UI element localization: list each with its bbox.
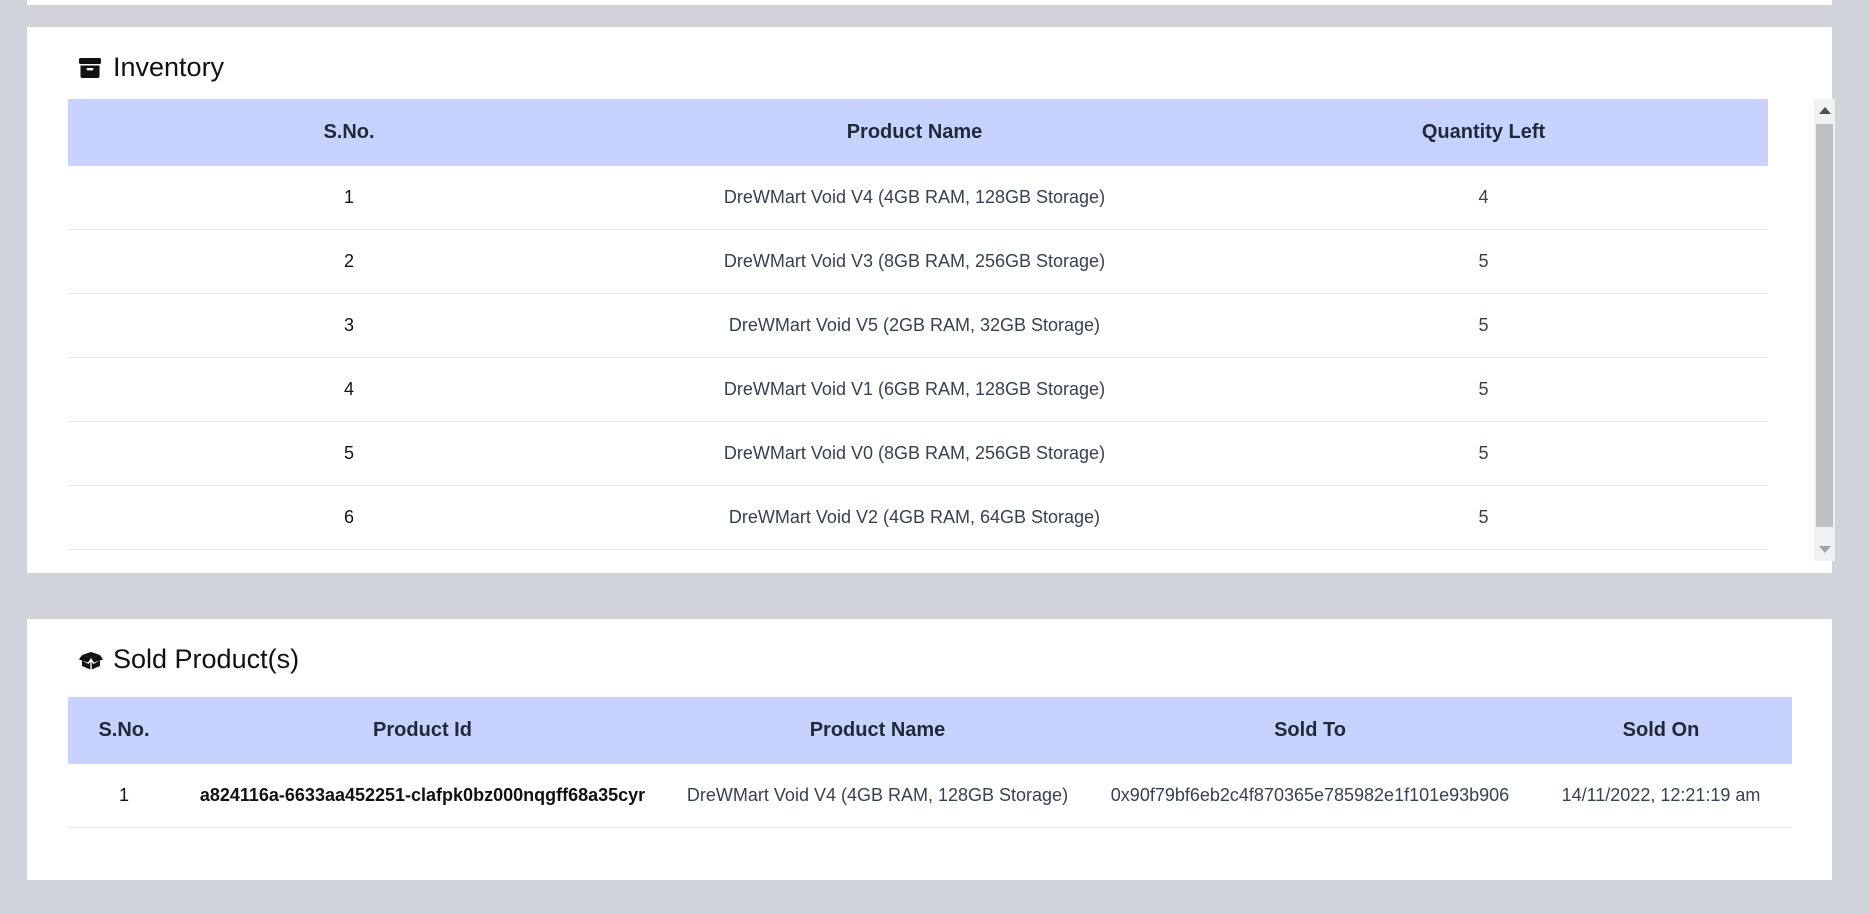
inventory-table-scroll[interactable]: S.No. Product Name Quantity Left 1 DreWM…: [68, 99, 1835, 561]
sold-products-title-text: Sold Product(s): [113, 644, 300, 674]
column-header-sno: S.No.: [68, 697, 180, 764]
column-header-sold-to: Sold To: [1090, 697, 1530, 764]
cell-sno: 6: [68, 485, 630, 550]
cell-product-name: DreWMart Void V2 (4GB RAM, 64GB Storage): [630, 485, 1199, 550]
table-row: 6 DreWMart Void V2 (4GB RAM, 64GB Storag…: [68, 485, 1768, 550]
sold-products-card: Sold Product(s) S.No. Product Id Product…: [27, 619, 1832, 880]
cell-sno: 4: [68, 357, 630, 422]
table-row: 3 DreWMart Void V5 (2GB RAM, 32GB Storag…: [68, 293, 1768, 358]
cell-quantity: 5: [1199, 357, 1768, 422]
inventory-table: S.No. Product Name Quantity Left 1 DreWM…: [68, 99, 1768, 550]
inventory-header-row: S.No. Product Name Quantity Left: [68, 99, 1768, 166]
cell-product-name: DreWMart Void V1 (6GB RAM, 128GB Storage…: [630, 357, 1199, 422]
archive-box-icon: [78, 56, 102, 80]
column-header-quantity-left: Quantity Left: [1199, 99, 1768, 166]
table-row: 2 DreWMart Void V3 (8GB RAM, 256GB Stora…: [68, 229, 1768, 294]
sold-products-table: S.No. Product Id Product Name Sold To So…: [68, 697, 1792, 828]
cell-sno: 1: [68, 166, 630, 230]
cell-quantity: 5: [1199, 485, 1768, 550]
table-row: 1 DreWMart Void V4 (4GB RAM, 128GB Stora…: [68, 166, 1768, 230]
inventory-title: Inventory: [78, 52, 224, 83]
cell-product-name: DreWMart Void V4 (4GB RAM, 128GB Storage…: [630, 166, 1199, 230]
column-header-sold-on: Sold On: [1530, 697, 1792, 764]
column-header-product-name: Product Name: [665, 697, 1090, 764]
cell-quantity: 5: [1199, 293, 1768, 358]
scroll-up-arrow-icon[interactable]: [1819, 107, 1831, 114]
table-row: 5 DreWMart Void V0 (8GB RAM, 256GB Stora…: [68, 421, 1768, 486]
inventory-card: Inventory S.No. Product Name Quantity Le…: [27, 27, 1835, 573]
scroll-down-arrow-icon[interactable]: [1819, 546, 1831, 553]
sold-products-title: Sold Product(s): [78, 644, 299, 675]
column-header-product-name: Product Name: [630, 99, 1199, 166]
cell-sno: 2: [68, 229, 630, 294]
column-header-product-id: Product Id: [180, 697, 665, 764]
sold-header-row: S.No. Product Id Product Name Sold To So…: [68, 697, 1792, 764]
cell-quantity: 5: [1199, 229, 1768, 294]
scrollbar-thumb[interactable]: [1816, 124, 1833, 527]
cell-product-name: DreWMart Void V3 (8GB RAM, 256GB Storage…: [630, 229, 1199, 294]
cell-sold-on: 14/11/2022, 12:21:19 am: [1530, 764, 1792, 828]
cell-product-id: a824116a-6633aa452251-clafpk0bz000nqgff6…: [180, 764, 665, 828]
sold-products-table-wrap: S.No. Product Id Product Name Sold To So…: [68, 697, 1792, 828]
cell-product-name: DreWMart Void V5 (2GB RAM, 32GB Storage): [630, 293, 1199, 358]
cell-product-name: DreWMart Void V0 (8GB RAM, 256GB Storage…: [630, 421, 1199, 486]
inventory-scrollbar[interactable]: [1814, 99, 1835, 561]
previous-card-bottom: [27, 0, 1832, 5]
column-header-sno: S.No.: [68, 99, 630, 166]
cell-sno: 3: [68, 293, 630, 358]
table-row: 4 DreWMart Void V1 (6GB RAM, 128GB Stora…: [68, 357, 1768, 422]
cell-quantity: 5: [1199, 421, 1768, 486]
cell-quantity: 4: [1199, 166, 1768, 230]
cell-product-name: DreWMart Void V4 (4GB RAM, 128GB Storage…: [665, 764, 1090, 828]
cell-sno: 5: [68, 421, 630, 486]
table-row: 1 a824116a-6633aa452251-clafpk0bz000nqgf…: [68, 764, 1792, 828]
open-box-icon: [78, 648, 103, 672]
cell-sold-to: 0x90f79bf6eb2c4f870365e785982e1f101e93b9…: [1090, 764, 1530, 828]
inventory-title-text: Inventory: [113, 52, 225, 82]
cell-sno: 1: [68, 764, 180, 828]
